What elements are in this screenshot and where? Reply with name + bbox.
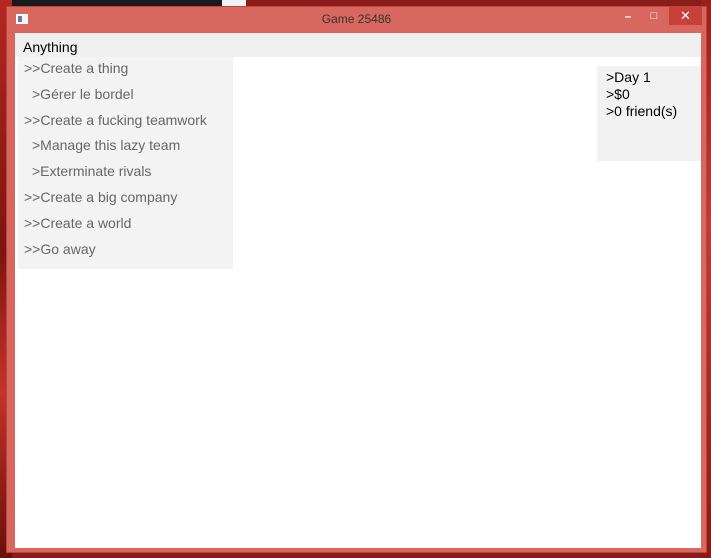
close-button[interactable]: ✕ [669,7,702,25]
action-create-teamwork[interactable]: >>Create a fucking teamwork [24,112,207,128]
stat-friends: >0 friend(s) [606,103,678,119]
menu-bar: Anything [15,33,701,57]
stat-money: >$0 [606,86,630,102]
title-bar[interactable]: Game 25486 – □ ✕ [7,7,706,33]
action-create-world[interactable]: >>Create a world [24,215,131,231]
window-title: Game 25486 [321,12,392,26]
maximize-button[interactable]: □ [641,7,667,25]
action-manage-team[interactable]: >Manage this lazy team [32,137,180,153]
menu-anything[interactable]: Anything [23,39,77,55]
window-client-area: Anything >>Create a thing >Gérer le bord… [15,33,701,548]
actions-panel: >>Create a thing >Gérer le bordel >>Crea… [18,57,233,269]
stat-day: >Day 1 [606,69,651,85]
stats-panel: >Day 1 >$0 >0 friend(s) [597,66,701,161]
action-gerer-le-bordel[interactable]: >Gérer le bordel [32,86,134,102]
action-exterminate-rivals[interactable]: >Exterminate rivals [32,163,151,179]
minimize-button[interactable]: – [615,7,641,25]
action-create-big-company[interactable]: >>Create a big company [24,189,177,205]
game-window: Game 25486 – □ ✕ Anything >>Create a thi… [6,6,707,553]
action-create-thing[interactable]: >>Create a thing [24,60,128,76]
action-go-away[interactable]: >>Go away [24,241,96,257]
